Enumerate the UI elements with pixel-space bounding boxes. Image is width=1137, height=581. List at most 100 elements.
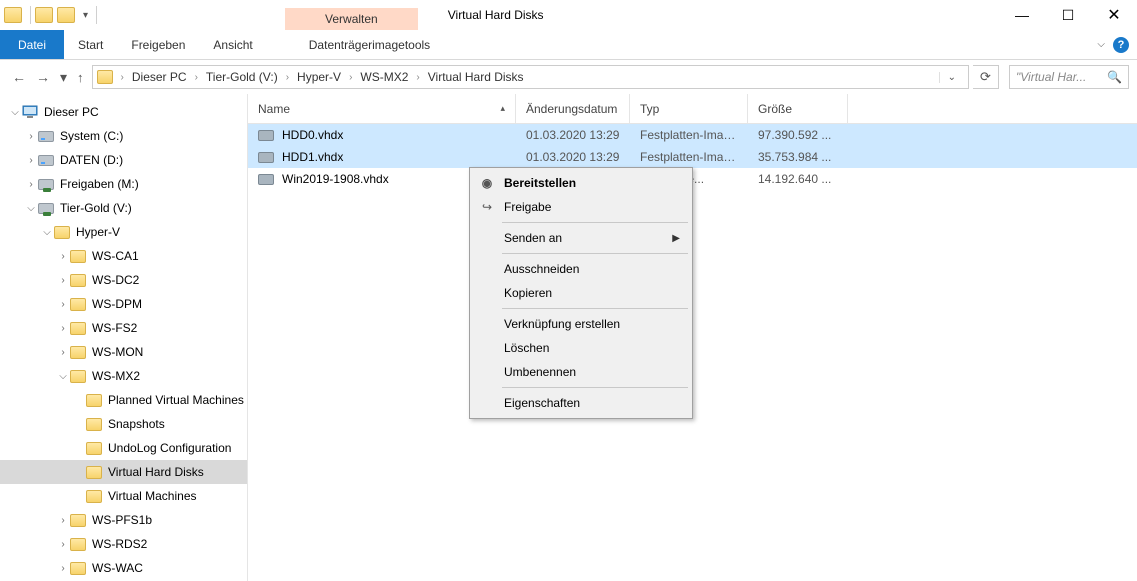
breadcrumb-chevron[interactable]: ›: [284, 72, 291, 83]
expand-icon[interactable]: ›: [56, 323, 70, 334]
expand-icon[interactable]: ›: [24, 155, 38, 166]
nav-forward-button[interactable]: →: [36, 69, 50, 85]
crumb-2[interactable]: Hyper-V: [291, 70, 347, 84]
tree-item[interactable]: ›WS-WAC: [0, 556, 247, 580]
nav-arrows: ← → ▾ ↑: [8, 69, 88, 86]
nav-up-button[interactable]: ↑: [77, 70, 84, 85]
crumb-3[interactable]: WS-MX2: [354, 70, 414, 84]
expand-icon[interactable]: ›: [56, 299, 70, 310]
col-size[interactable]: Größe: [748, 94, 848, 123]
crumb-0[interactable]: Dieser PC: [126, 70, 193, 84]
tree-item[interactable]: ›DATEN (D:): [0, 148, 247, 172]
tree-item[interactable]: ⌵Hyper-V: [0, 220, 247, 244]
ribbon-tab-share[interactable]: Freigeben: [117, 30, 199, 59]
window-controls: ― ☐ ✕: [999, 0, 1137, 30]
help-icon[interactable]: ?: [1113, 37, 1129, 53]
tree-item-label: Tier-Gold (V:): [60, 201, 132, 215]
ribbon-tab-file[interactable]: Datei: [0, 30, 64, 59]
expand-icon[interactable]: ›: [56, 515, 70, 526]
ribbon-tab-disktools[interactable]: Datenträgerimagetools: [295, 30, 444, 59]
search-input[interactable]: "Virtual Har... 🔍: [1009, 65, 1129, 89]
crumb-4[interactable]: Virtual Hard Disks: [422, 70, 530, 84]
address-bar[interactable]: › Dieser PC › Tier-Gold (V:) › Hyper-V ›…: [92, 65, 969, 89]
breadcrumb-chevron[interactable]: ›: [414, 72, 421, 83]
col-name[interactable]: Name▴: [248, 94, 516, 123]
tree-item[interactable]: › System (C:): [0, 124, 247, 148]
qat-newfolder-icon[interactable]: [57, 7, 75, 23]
ribbon-tab-view[interactable]: Ansicht: [199, 30, 266, 59]
context-menu: ◉Bereitstellen ↪Freigabe Senden an▶ Auss…: [469, 167, 693, 419]
crumb-1[interactable]: Tier-Gold (V:): [200, 70, 284, 84]
nav-back-button[interactable]: ←: [12, 69, 26, 85]
collapse-icon[interactable]: ⌵: [24, 203, 38, 214]
cell-size: 97.390.592 ...: [748, 128, 848, 142]
folder-icon: [86, 466, 102, 479]
col-date[interactable]: Änderungsdatum: [516, 94, 630, 123]
minimize-button[interactable]: ―: [999, 0, 1045, 30]
expand-icon[interactable]: ›: [56, 347, 70, 358]
ctx-shortcut[interactable]: Verknüpfung erstellen: [472, 312, 690, 336]
expand-icon[interactable]: ›: [56, 539, 70, 550]
col-type[interactable]: Typ: [630, 94, 748, 123]
tree-item[interactable]: Snapshots: [0, 412, 247, 436]
collapse-icon[interactable]: ⌵: [40, 227, 54, 238]
ctx-properties[interactable]: Eigenschaften: [472, 391, 690, 415]
ctx-mount[interactable]: ◉Bereitstellen: [472, 171, 690, 195]
tree-item-label: System (C:): [60, 129, 123, 143]
tree-item[interactable]: Planned Virtual Machines: [0, 388, 247, 412]
tree-item[interactable]: ›WS-RDS2: [0, 532, 247, 556]
folder-icon: [70, 346, 86, 359]
ctx-cut[interactable]: Ausschneiden: [472, 257, 690, 281]
cell-date: 01.03.2020 13:29: [516, 128, 630, 142]
expand-icon[interactable]: ›: [56, 251, 70, 262]
table-row[interactable]: HDD0.vhdx01.03.2020 13:29Festplatten-Ima…: [248, 124, 1137, 146]
ctx-delete[interactable]: Löschen: [472, 336, 690, 360]
refresh-button[interactable]: ⟳: [973, 65, 999, 89]
tree-item[interactable]: ⌵Dieser PC: [0, 100, 247, 124]
ctx-copy[interactable]: Kopieren: [472, 281, 690, 305]
nav-tree[interactable]: ⌵Dieser PC › System (C:) ›DATEN (D:)›Freiga…: [0, 94, 248, 581]
cell-type: Festplatten-Image...: [630, 150, 748, 164]
column-headers: Name▴ Änderungsdatum Typ Größe: [248, 94, 1137, 124]
tree-item[interactable]: UndoLog Configuration: [0, 436, 247, 460]
breadcrumb-chevron[interactable]: ›: [119, 72, 126, 83]
tree-item[interactable]: ⌵WS-MX2: [0, 364, 247, 388]
qat-customize-chevron[interactable]: ▾: [83, 10, 88, 21]
ctx-rename[interactable]: Umbenennen: [472, 360, 690, 384]
close-button[interactable]: ✕: [1091, 0, 1137, 30]
tree-item[interactable]: ›WS-DC2: [0, 268, 247, 292]
nav-history-chevron[interactable]: ▾: [60, 69, 67, 86]
tree-item[interactable]: ›Freigaben (M:): [0, 172, 247, 196]
tree-item[interactable]: › WS-MON: [0, 340, 247, 364]
disc-icon: ◉: [478, 176, 496, 190]
breadcrumb-chevron[interactable]: ›: [193, 72, 200, 83]
breadcrumb-chevron[interactable]: ›: [347, 72, 354, 83]
folder-icon: [70, 298, 86, 311]
tree-item-label: WS-MON: [92, 345, 143, 359]
tree-item[interactable]: ⌵ Tier-Gold (V:): [0, 196, 247, 220]
table-row[interactable]: HDD1.vhdx01.03.2020 13:29Festplatten-Ima…: [248, 146, 1137, 168]
qat-properties-icon[interactable]: [35, 7, 53, 23]
collapse-icon[interactable]: ⌵: [56, 371, 70, 382]
tree-item[interactable]: ›WS-FS2: [0, 316, 247, 340]
expand-icon[interactable]: ›: [56, 275, 70, 286]
ribbon-tab-start[interactable]: Start: [64, 30, 117, 59]
ctx-share[interactable]: ↪Freigabe: [472, 195, 690, 219]
tree-item[interactable]: ›WS-CA1: [0, 244, 247, 268]
tree-item[interactable]: ›WS-DPM: [0, 292, 247, 316]
tree-item[interactable]: ›WS-PFS1b: [0, 508, 247, 532]
expand-icon[interactable]: ›: [24, 179, 38, 190]
address-folder-icon: [97, 70, 113, 84]
tree-item[interactable]: Virtual Hard Disks: [0, 460, 247, 484]
title-bar: ▾ Verwalten Virtual Hard Disks ― ☐ ✕: [0, 0, 1137, 30]
address-dropdown[interactable]: ⌄: [939, 72, 964, 83]
expand-icon[interactable]: ›: [56, 563, 70, 574]
tree-item[interactable]: Virtual Machines: [0, 484, 247, 508]
expand-icon[interactable]: ›: [24, 131, 38, 142]
maximize-button[interactable]: ☐: [1045, 0, 1091, 30]
ctx-sendto[interactable]: Senden an▶: [472, 226, 690, 250]
ribbon-expand-chevron[interactable]: ⌵: [1097, 39, 1105, 50]
qat-separator: [30, 6, 31, 24]
folder-icon: [70, 370, 86, 383]
collapse-icon[interactable]: ⌵: [8, 107, 22, 118]
